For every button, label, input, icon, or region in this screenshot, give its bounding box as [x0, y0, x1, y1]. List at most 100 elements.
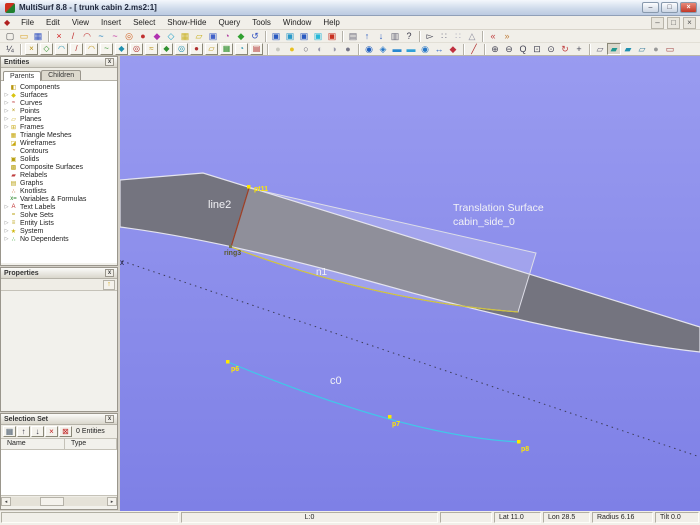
tree-item-frames[interactable]: ▷⊞Frames [1, 123, 117, 131]
insert-contour-button[interactable]: ◔ [220, 30, 234, 42]
selection-hscrollbar[interactable]: ◂ ▸ [1, 495, 117, 506]
tree-item-no-dependents[interactable]: ▷∴No Dependents [1, 235, 117, 243]
insert-cspline-button[interactable]: ~ [108, 30, 122, 42]
expander-icon[interactable]: ▷ [1, 92, 9, 98]
insert-ring-button[interactable]: ◎ [122, 30, 136, 42]
tool-line-button[interactable]: / [70, 43, 83, 55]
tool-ruled-surface-button[interactable]: ▱ [205, 43, 218, 55]
point-p8[interactable] [517, 440, 521, 444]
tool-magnet-button[interactable]: ◆ [160, 43, 173, 55]
insert-surface-button[interactable]: ◇ [164, 30, 178, 42]
tool-bead-button[interactable]: ● [190, 43, 203, 55]
tool-foil-button[interactable]: ◆ [115, 43, 128, 55]
menu-view[interactable]: View [66, 17, 95, 28]
menu-help[interactable]: Help [317, 17, 345, 28]
view-iso-button[interactable]: ◉ [418, 43, 432, 55]
display-lights-button[interactable]: ● [649, 43, 663, 55]
tree-item-composite-surfaces[interactable]: ▩Composite Surfaces [1, 163, 117, 171]
insert-point-button[interactable]: × [52, 30, 66, 42]
insert-solid-button[interactable]: ▣ [206, 30, 220, 42]
show-children-lamp-button[interactable]: ◑ [327, 43, 341, 55]
insert-magnet-button[interactable]: ◆ [150, 30, 164, 42]
select-parents-button[interactable]: ↑ [360, 30, 374, 42]
new-file-button[interactable]: ▢ [3, 30, 17, 42]
mdi-minimize-button[interactable]: – [651, 17, 664, 29]
save-file-button[interactable]: ▦ [31, 30, 45, 42]
tree-item-planes[interactable]: ▷▱Planes [1, 115, 117, 123]
tree-item-surfaces[interactable]: ▷◆Surfaces [1, 91, 117, 99]
hide-others-lamp-button[interactable]: ● [341, 43, 355, 55]
scroll-right-icon[interactable]: ▸ [107, 497, 117, 506]
tool-projected-point-button[interactable]: ◇ [40, 43, 53, 55]
tool-point-button[interactable]: × [25, 43, 38, 55]
entities-close-icon[interactable]: x [105, 58, 114, 66]
measure-button[interactable]: △ [465, 30, 479, 42]
menu-edit[interactable]: Edit [40, 17, 66, 28]
properties-close-icon[interactable]: x [105, 269, 114, 277]
zoom-window-button[interactable]: ⊡ [530, 43, 544, 55]
tree-item-solve-sets[interactable]: =Solve Sets [1, 211, 117, 219]
tree-item-curves[interactable]: ▷≈Curves [1, 99, 117, 107]
select-set-button[interactable]: ▥ [388, 30, 402, 42]
insert-arc-button[interactable]: ◠ [80, 30, 94, 42]
menu-insert[interactable]: Insert [95, 17, 127, 28]
window-error-list-button[interactable]: ▣ [325, 30, 339, 42]
zoom-previous-button[interactable]: Q [516, 43, 530, 55]
window-profile-view-button[interactable]: ▣ [297, 30, 311, 42]
document-icon[interactable]: ◆ [4, 18, 10, 27]
expander-icon[interactable]: ▷ [1, 236, 9, 242]
insert-bcurve-button[interactable]: ~ [94, 30, 108, 42]
tool-arc-button[interactable]: ◠ [85, 43, 98, 55]
view-rotate-button[interactable]: ↔ [432, 43, 446, 55]
tool-rotated-point-button[interactable]: ◠ [55, 43, 68, 55]
zoom-out-button[interactable]: ⊖ [502, 43, 516, 55]
close-button[interactable]: × [680, 2, 697, 13]
scroll-thumb[interactable] [40, 497, 64, 506]
tree-item-entity-lists[interactable]: ▷≡Entity Lists [1, 219, 117, 227]
menu-tools[interactable]: Tools [246, 17, 277, 28]
column-header-type[interactable]: Type [65, 439, 117, 449]
point-pt11[interactable] [247, 185, 251, 189]
refresh-view-button[interactable]: ↻ [558, 43, 572, 55]
menu-query[interactable]: Query [212, 17, 246, 28]
viewport-3d[interactable]: x line2 pt11 ring3 n1 Translation Surfac… [120, 56, 700, 511]
display-hidden-line-button[interactable]: ▱ [635, 43, 649, 55]
column-header-name[interactable]: Name [1, 439, 65, 449]
insert-bead-button[interactable]: ● [136, 30, 150, 42]
open-file-button[interactable]: ▭ [17, 30, 31, 42]
view-top-button[interactable]: ▬ [404, 43, 418, 55]
mdi-restore-button[interactable]: □ [667, 17, 680, 29]
prev-entity-button[interactable]: « [486, 30, 500, 42]
point-p7[interactable] [388, 415, 392, 419]
tree-item-text-labels[interactable]: ▷AText Labels [1, 203, 117, 211]
tool-revolution-surface-button[interactable]: ◔ [235, 43, 248, 55]
tool-translation-surface-button[interactable]: ▦ [220, 43, 233, 55]
next-entity-button[interactable]: » [500, 30, 514, 42]
clear-selection-button[interactable]: ⊠ [59, 426, 72, 437]
scroll-left-icon[interactable]: ◂ [1, 497, 11, 506]
expander-icon[interactable]: ▷ [1, 204, 9, 210]
insert-line-button[interactable]: / [66, 30, 80, 42]
view-home-button[interactable]: ◉ [362, 43, 376, 55]
tree-item-wireframes[interactable]: ◪Wireframes [1, 139, 117, 147]
menu-window[interactable]: Window [277, 17, 317, 28]
tab-children[interactable]: Children [41, 70, 81, 80]
digitize-grid-button[interactable]: ∷ [437, 30, 451, 42]
point-ring3[interactable] [229, 245, 232, 248]
tool-helix-button[interactable]: ≈ [145, 43, 158, 55]
tree-item-graphs[interactable]: ▤Graphs [1, 179, 117, 187]
display-wireframe-button[interactable]: ▱ [593, 43, 607, 55]
selection-close-icon[interactable]: x [105, 415, 114, 423]
view-left-button[interactable]: ◈ [376, 43, 390, 55]
view-front-button[interactable]: ▬ [390, 43, 404, 55]
scroll-track[interactable] [11, 497, 107, 506]
restore-button[interactable]: □ [661, 2, 678, 13]
expander-icon[interactable]: ▷ [1, 228, 9, 234]
tree-item-relabels[interactable]: ▰Relabels [1, 171, 117, 179]
sketch-pen-button[interactable]: ╱ [467, 43, 481, 55]
point-p6[interactable] [226, 360, 230, 364]
expander-icon[interactable]: ▷ [1, 108, 9, 114]
show-parents-lamp-button[interactable]: ◐ [313, 43, 327, 55]
zoom-in-button[interactable]: ⊕ [488, 43, 502, 55]
tree-item-contours[interactable]: ◔Contours [1, 147, 117, 155]
